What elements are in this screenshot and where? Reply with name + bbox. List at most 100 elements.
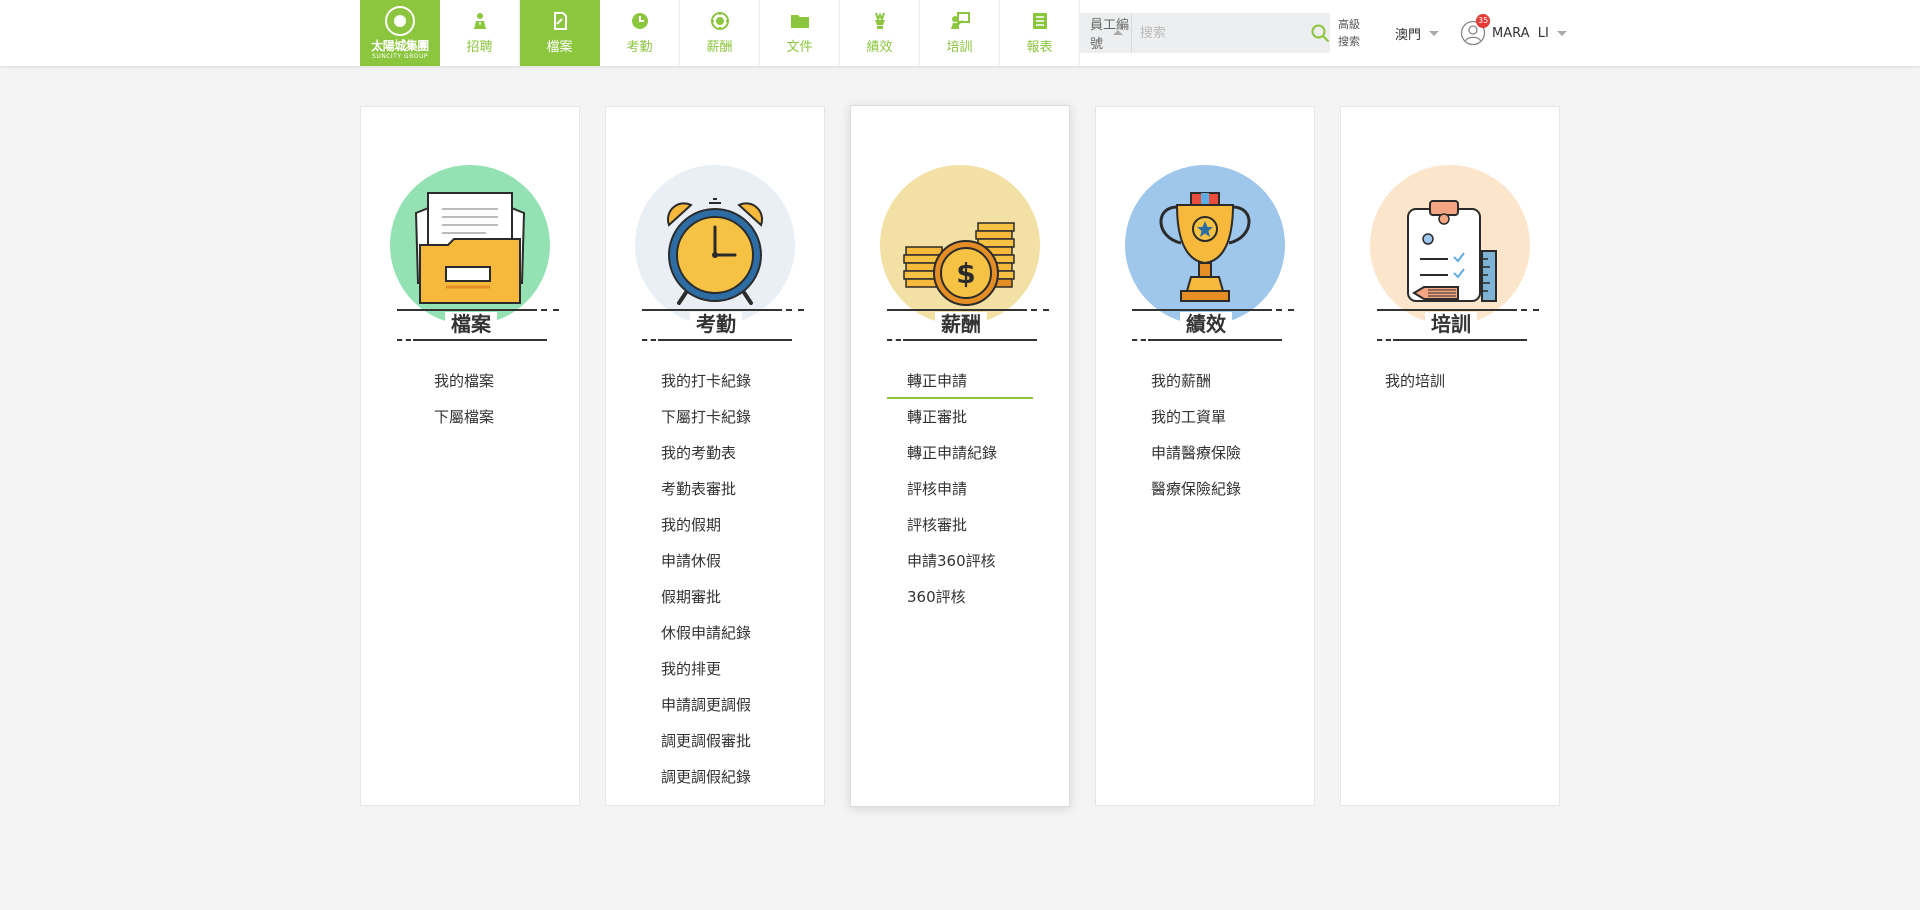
nav-item-label: 培訓: [946, 40, 973, 55]
nav-item-performance[interactable]: 績效: [840, 0, 920, 66]
menu-item[interactable]: 調更調假紀錄: [661, 759, 751, 795]
nav-item-label: 檔案: [546, 40, 573, 55]
menu-item[interactable]: 申請休假: [661, 543, 751, 579]
menu-item[interactable]: 下屬打卡紀錄: [661, 399, 751, 435]
search-icon: [1311, 24, 1329, 42]
region-select[interactable]: 澳門: [1395, 24, 1440, 43]
menu-item[interactable]: 轉正審批: [907, 399, 997, 435]
menu-item[interactable]: 我的檔案: [434, 363, 494, 399]
card-title-area: 培訓: [1341, 303, 1561, 343]
menu-item[interactable]: 我的打卡紀錄: [661, 363, 751, 399]
main-nav: 招聘 檔案 考勤 薪酬 文件 績效 培訓 報表: [440, 0, 1080, 66]
logo-name-en: SUNCITY GROUP: [372, 52, 428, 60]
clock-icon: [631, 13, 648, 29]
menu-item[interactable]: 我的假期: [661, 507, 751, 543]
search-bar: 員工編號: [1080, 13, 1330, 53]
advanced-search-label-2: 搜索: [1338, 35, 1360, 48]
caret-up-icon: [1112, 30, 1123, 35]
folder-documents-icon: [414, 192, 526, 304]
card-title-area: 績效: [1096, 303, 1316, 343]
notification-badge[interactable]: 35: [1476, 14, 1491, 28]
menu-item[interactable]: 評核申請: [907, 471, 997, 507]
logo-emblem-icon: [385, 5, 415, 36]
card-menu: 我的檔案 下屬檔案: [434, 363, 494, 435]
nav-item-label: 報表: [1026, 40, 1053, 55]
card-title-area: 薪酬: [851, 303, 1071, 343]
nav-item-label: 考勤: [626, 40, 653, 55]
menu-item[interactable]: 考勤表審批: [661, 471, 751, 507]
card-title-area: 檔案: [361, 303, 581, 343]
region-value: 澳門: [1395, 28, 1422, 43]
user-name: MARA LI: [1492, 25, 1549, 41]
nav-item-label: 薪酬: [706, 40, 733, 55]
card-title: 培訓: [1425, 312, 1477, 336]
nav-item-attendance[interactable]: 考勤: [600, 0, 680, 66]
search-scope-value: 員工編號: [1090, 18, 1130, 52]
nav-item-label: 文件: [786, 40, 813, 55]
card-performance: 績效 我的薪酬 我的工資單 申請醫療保險 醫療保險紀錄: [1095, 106, 1315, 806]
chevron-down-icon: [1556, 30, 1567, 36]
menu-item[interactable]: 我的薪酬: [1151, 363, 1241, 399]
card-training: 培訓 我的培訓: [1340, 106, 1560, 806]
menu-item[interactable]: 我的培訓: [1385, 363, 1445, 399]
nav-item-label: 招聘: [466, 40, 493, 55]
coins-icon: $: [903, 222, 1015, 306]
nav-item-recruit[interactable]: 招聘: [440, 0, 520, 66]
card-menu: 我的薪酬 我的工資單 申請醫療保險 醫療保險紀錄: [1151, 363, 1241, 507]
nav-item-file[interactable]: 檔案: [520, 0, 600, 66]
card-title-area: 考勤: [606, 303, 826, 343]
nav-item-training[interactable]: 培訓: [920, 0, 1000, 66]
card-title: 考勤: [690, 312, 742, 336]
search-button[interactable]: [1310, 13, 1330, 53]
card-file: 檔案 我的檔案 下屬檔案: [360, 106, 580, 806]
svg-text:$: $: [956, 257, 975, 290]
advanced-search-label-1: 高級: [1338, 18, 1360, 31]
card-title: 績效: [1180, 312, 1232, 336]
menu-item[interactable]: 休假申請紀錄: [661, 615, 751, 651]
menu-item[interactable]: 我的排更: [661, 651, 751, 687]
card-attendance: 考勤 我的打卡紀錄 下屬打卡紀錄 我的考勤表 考勤表審批 我的假期 申請休假 假…: [605, 106, 825, 806]
trophy-cup-icon: [1159, 192, 1251, 302]
nav-item-salary[interactable]: 薪酬: [680, 0, 760, 66]
menu-item[interactable]: 轉正申請紀錄: [907, 435, 997, 471]
top-header: 太陽城集團 SUNCITY GROUP 招聘 檔案 考勤 薪酬 文件 績效 培訓…: [0, 0, 1920, 66]
menu-item[interactable]: 醫療保險紀錄: [1151, 471, 1241, 507]
nav-item-documents[interactable]: 文件: [760, 0, 840, 66]
brand-logo[interactable]: 太陽城集團 SUNCITY GROUP: [360, 0, 440, 66]
card-salary: $ 薪酬 轉正申請 轉正審批 轉正申請紀錄 評核申請 評核審批 申請360評核 …: [850, 105, 1070, 807]
card-menu: 我的培訓: [1385, 363, 1445, 399]
menu-item[interactable]: 調更調假審批: [661, 723, 751, 759]
card-title: 薪酬: [935, 312, 987, 336]
chevron-down-icon: [1429, 31, 1440, 36]
menu-item-active[interactable]: 轉正申請: [886, 363, 1034, 399]
menu-item[interactable]: 申請醫療保險: [1151, 435, 1241, 471]
menu-item[interactable]: 申請調更調假: [661, 687, 751, 723]
advanced-search-link[interactable]: 高級 搜索: [1338, 16, 1368, 50]
card-menu: 我的打卡紀錄 下屬打卡紀錄 我的考勤表 考勤表審批 我的假期 申請休假 假期審批…: [661, 363, 751, 795]
search-scope-select[interactable]: 員工編號: [1080, 13, 1132, 53]
menu-item[interactable]: 評核審批: [907, 507, 997, 543]
report-icon: [1032, 13, 1047, 29]
clipboard-checklist-icon: [1407, 200, 1497, 302]
nav-item-label: 績效: [866, 40, 893, 55]
menu-item[interactable]: 申請360評核: [907, 543, 997, 579]
menu-item[interactable]: 假期審批: [661, 579, 751, 615]
recruit-icon: [473, 13, 486, 29]
card-menu: 轉正申請 轉正審批 轉正申請紀錄 評核申請 評核審批 申請360評核 360評核: [886, 363, 1034, 615]
training-icon: [950, 12, 970, 29]
alarm-clock-icon: [666, 198, 764, 305]
card-title: 檔案: [445, 312, 497, 336]
folder-icon: [790, 15, 809, 28]
menu-item[interactable]: 360評核: [907, 579, 997, 615]
avatar: 35: [1460, 14, 1491, 46]
menu-item[interactable]: 我的考勤表: [661, 435, 751, 471]
menu-item[interactable]: 我的工資單: [1151, 399, 1241, 435]
search-input[interactable]: [1131, 13, 1310, 53]
nav-item-reports[interactable]: 報表: [1000, 0, 1080, 66]
file-icon: [553, 12, 567, 30]
user-menu[interactable]: 35 MARA LI: [1460, 14, 1567, 46]
trophy-icon: [874, 12, 885, 29]
menu-item[interactable]: 下屬檔案: [434, 399, 494, 435]
salary-icon: [710, 12, 729, 30]
logo-name-cn: 太陽城集團: [371, 38, 429, 53]
